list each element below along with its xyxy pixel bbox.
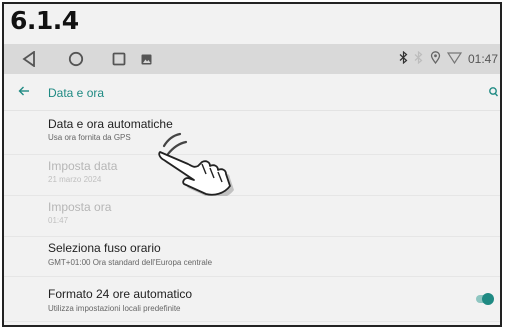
setting-subtitle: 01:47 [48, 216, 69, 225]
setting-subtitle: Utilizza impostazioni locali predefinite [48, 304, 181, 313]
clock-time: 01:47 [467, 52, 498, 66]
home-circle-icon[interactable] [64, 44, 88, 74]
setting-title: Formato 24 ore automatico [48, 287, 193, 301]
status-right: 01:47 [399, 44, 498, 74]
setting-set-date: Imposta data 21 marzo 2024 [4, 155, 500, 196]
section-number: 6.1.4 [10, 6, 79, 35]
setting-title: Imposta data [48, 159, 118, 173]
screenshot-frame: 6.1.4 01:47 Data e ora Data e ora automa… [2, 2, 502, 327]
setting-title: Imposta ora [48, 200, 112, 214]
setting-auto-date-time[interactable]: Data e ora automatiche Usa ora fornita d… [4, 111, 500, 155]
toggle-knob [482, 293, 494, 305]
setting-subtitle: 21 marzo 2024 [48, 175, 102, 184]
back-triangle-icon[interactable] [18, 44, 40, 74]
signal-icon [414, 50, 424, 67]
toggle-switch[interactable] [476, 293, 494, 305]
pointing-hand-icon [154, 124, 246, 201]
arrow-left-icon[interactable] [18, 84, 30, 101]
app-bar: Data e ora [4, 76, 500, 111]
setting-partial-next [4, 322, 500, 325]
location-icon [430, 51, 441, 67]
setting-subtitle: Usa ora fornita da GPS [48, 133, 131, 142]
page-title: Data e ora [48, 86, 105, 100]
setting-24h-format[interactable]: Formato 24 ore automatico Utilizza impos… [4, 277, 500, 322]
setting-title: Seleziona fuso orario [48, 241, 161, 255]
image-icon [138, 44, 154, 74]
bluetooth-icon [399, 50, 408, 67]
recents-square-icon[interactable] [108, 44, 130, 74]
setting-subtitle: GMT+01:00 Ora standard dell'Europa centr… [48, 258, 213, 267]
status-bar: 01:47 [4, 44, 500, 74]
setting-set-time: Imposta ora 01:47 [4, 196, 500, 237]
wifi-icon [446, 51, 463, 67]
setting-select-timezone[interactable]: Seleziona fuso orario GMT+01:00 Ora stan… [4, 237, 500, 277]
search-icon[interactable] [488, 85, 499, 103]
